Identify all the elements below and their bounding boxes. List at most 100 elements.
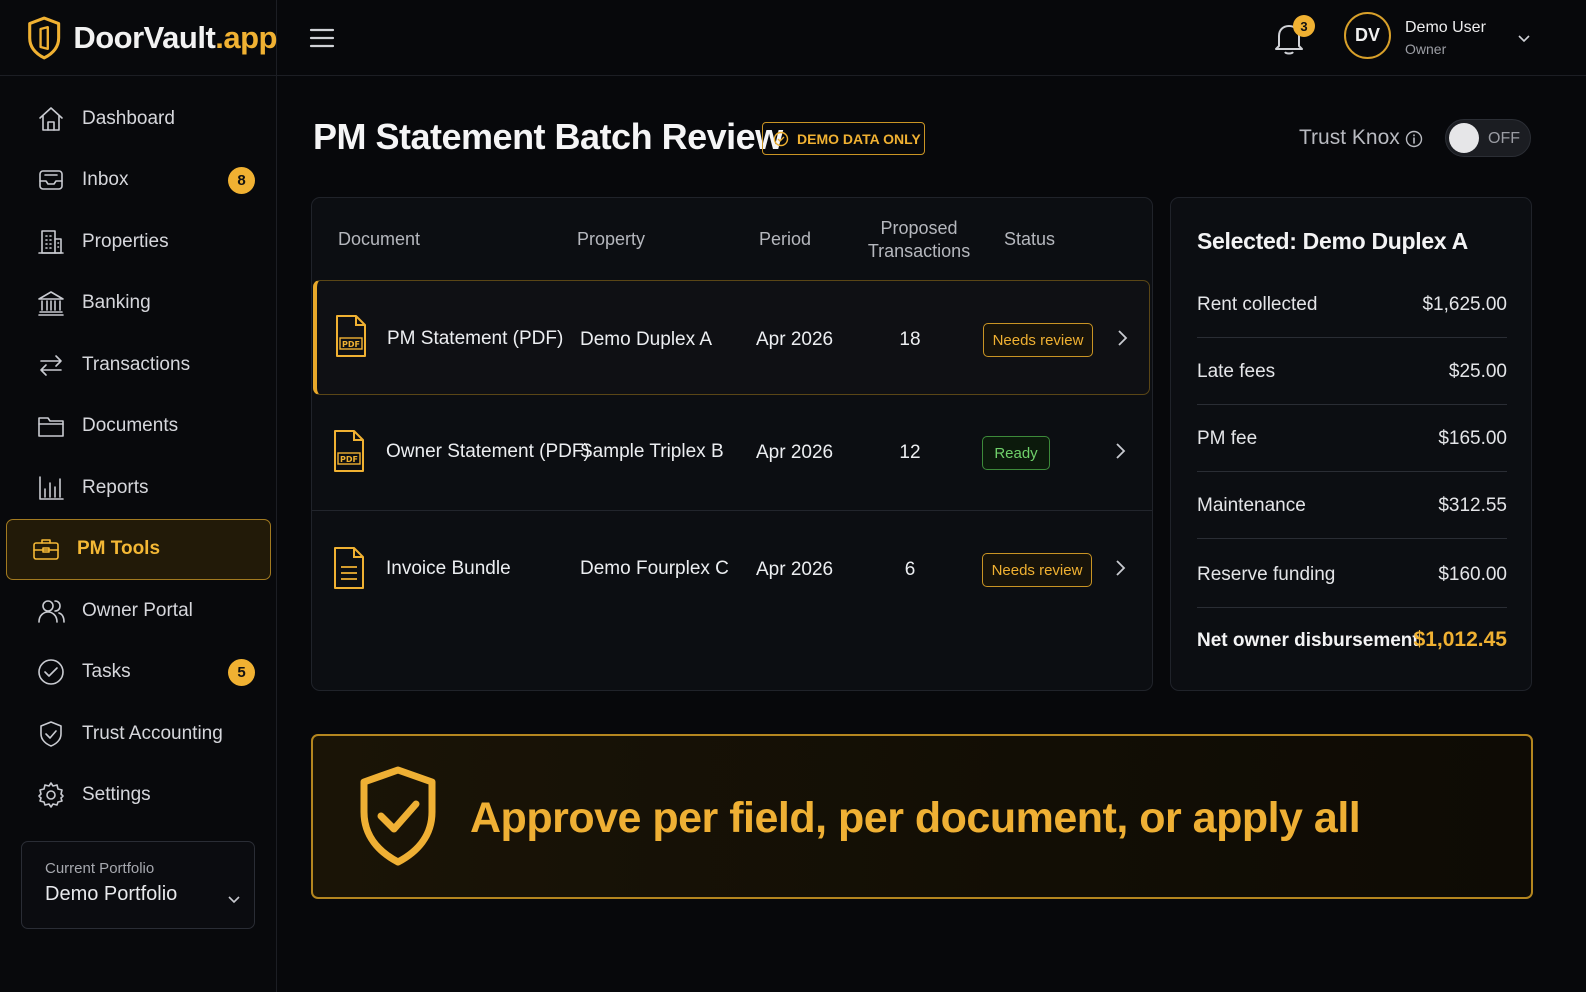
sidebar-item-owner-portal[interactable]: Owner Portal: [6, 580, 271, 642]
property-name: Sample Triplex B: [580, 441, 724, 462]
summary-row-rent-collected: Rent collected $1,625.00: [1197, 271, 1507, 338]
summary-value: $165.00: [1438, 428, 1507, 449]
check-circle-icon: [773, 131, 789, 146]
sidebar-item-reports[interactable]: Reports: [6, 457, 271, 519]
sidebar-item-label: Properties: [82, 230, 169, 252]
sidebar-item-label: Transactions: [82, 353, 191, 375]
document-icon: [334, 547, 364, 589]
bank-icon: [36, 288, 66, 318]
status-badge: Needs review: [983, 323, 1093, 357]
period: Apr 2026: [756, 329, 834, 350]
pdf-file-icon: PDF: [334, 430, 364, 472]
document-name: PM Statement (PDF): [387, 328, 564, 349]
summary-title: Selected: Demo Duplex A: [1197, 228, 1468, 254]
brand-logo[interactable]: DoorVault.app: [0, 0, 277, 76]
chevron-right-icon[interactable]: [1112, 442, 1128, 460]
summary-value: $312.55: [1438, 495, 1507, 516]
sidebar-item-properties[interactable]: Properties: [6, 211, 271, 273]
arrows-swap-icon: [36, 350, 66, 380]
proposed-count: 12: [899, 442, 921, 463]
property-name: Demo Duplex A: [580, 329, 713, 350]
status-badge: Needs review: [982, 553, 1092, 587]
summary-row-pm-fee: PM fee $165.00: [1197, 405, 1507, 472]
toggle-state-label: OFF: [1488, 130, 1520, 147]
chevron-down-icon: [228, 896, 240, 904]
column-header-property: Property: [577, 229, 646, 249]
sidebar-item-pm-tools[interactable]: PM Tools: [6, 518, 271, 580]
topbar: 3 DV Demo User Owner: [277, 0, 1586, 76]
approve-banner: Approve per field, per document, or appl…: [311, 734, 1533, 899]
column-header-status: Status: [1004, 229, 1056, 249]
sidebar-item-documents[interactable]: Documents: [6, 396, 271, 458]
sidebar-item-dashboard[interactable]: Dashboard: [6, 88, 271, 150]
sidebar-item-label: PM Tools: [77, 538, 161, 560]
trust-knox-toggle[interactable]: OFF: [1445, 119, 1531, 157]
document-name: Owner Statement (PDF): [386, 441, 590, 462]
toggle-knob: [1449, 123, 1479, 153]
summary-value: $25.00: [1448, 361, 1507, 382]
column-header-document: Document: [338, 229, 421, 249]
users-icon: [36, 596, 66, 626]
briefcase-icon: [31, 534, 61, 564]
sidebar-item-inbox[interactable]: Inbox 8: [6, 150, 271, 212]
summary-row-maintenance: Maintenance $312.55: [1197, 472, 1507, 539]
inbox-count-badge: 8: [228, 166, 255, 194]
demo-data-badge: DEMO DATA ONLY: [762, 122, 925, 155]
page-title: PM Statement Batch Review: [313, 116, 783, 157]
sidebar-item-label: Inbox: [82, 169, 129, 191]
sidebar-item-transactions[interactable]: Transactions: [6, 334, 271, 396]
table-row[interactable]: Invoice Bundle Demo Fourplex C Apr 2026 …: [312, 511, 1152, 626]
sidebar: DoorVault.app Dashboard Inbox 8 Properti…: [0, 0, 277, 992]
document-name: Invoice Bundle: [386, 558, 511, 579]
portfolio-selector[interactable]: Current Portfolio Demo Portfolio: [21, 841, 255, 929]
sidebar-item-label: Banking: [82, 292, 151, 314]
table-row[interactable]: PDF Owner Statement (PDF) Sample Triplex…: [312, 396, 1152, 511]
net-owner-disbursement-label: Net owner disbursement: [1197, 630, 1419, 651]
statement-batch-table: Document Property Period Proposed Transa…: [311, 197, 1153, 691]
inbox-icon: [36, 165, 66, 195]
avatar[interactable]: DV: [1344, 12, 1391, 59]
banner-text: Approve per field, per document, or appl…: [470, 794, 1361, 842]
shield-check-icon: [360, 766, 436, 866]
home-icon: [36, 104, 66, 134]
summary-label: Maintenance: [1197, 495, 1306, 516]
check-circle-icon: [36, 657, 66, 687]
sidebar-item-label: Owner Portal: [82, 599, 193, 621]
sidebar-item-label: Dashboard: [82, 107, 175, 129]
sidebar-nav: Dashboard Inbox 8 Properties Banking Tra…: [0, 88, 277, 826]
pdf-file-icon: PDF: [336, 315, 366, 357]
summary-label: Late fees: [1197, 361, 1276, 382]
period: Apr 2026: [756, 442, 834, 463]
status-badge: Ready: [982, 436, 1050, 470]
proposed-count: 18: [899, 329, 921, 350]
column-header-period: Period: [759, 229, 812, 249]
property-name: Demo Fourplex C: [580, 558, 729, 579]
bar-chart-icon: [36, 473, 66, 503]
sidebar-item-tasks[interactable]: Tasks 5: [6, 642, 271, 704]
period: Apr 2026: [756, 559, 834, 580]
proposed-count: 6: [904, 559, 916, 580]
summary-row-late-fees: Late fees $25.00: [1197, 338, 1507, 405]
hamburger-menu-icon[interactable]: [309, 26, 335, 50]
sidebar-item-settings[interactable]: Settings: [6, 765, 271, 827]
door-shield-logo-icon: [28, 16, 61, 59]
chevron-right-icon[interactable]: [1112, 559, 1128, 577]
user-role: Owner: [1405, 41, 1447, 57]
chevron-down-icon[interactable]: [1517, 31, 1531, 45]
summary-label: Reserve funding: [1197, 564, 1336, 585]
shield-check-icon: [36, 719, 66, 749]
svg-text:PDF: PDF: [340, 455, 358, 464]
table-row[interactable]: PDF PM Statement (PDF) Demo Duplex A Apr…: [313, 280, 1150, 395]
sidebar-item-label: Tasks: [82, 661, 131, 683]
trust-knox-label: Trust Knox: [1299, 126, 1400, 149]
summary-value: $160.00: [1438, 564, 1507, 585]
demo-data-badge-label: DEMO DATA ONLY: [797, 130, 921, 147]
building-icon: [36, 227, 66, 257]
sidebar-item-banking[interactable]: Banking: [6, 273, 271, 335]
chevron-right-icon[interactable]: [1114, 329, 1130, 347]
sidebar-item-trust-accounting[interactable]: Trust Accounting: [6, 703, 271, 765]
summary-label: Rent collected: [1197, 294, 1318, 315]
info-icon[interactable]: [1405, 130, 1423, 148]
portfolio-value: Demo Portfolio: [45, 883, 178, 905]
user-name: Demo User: [1405, 19, 1486, 36]
